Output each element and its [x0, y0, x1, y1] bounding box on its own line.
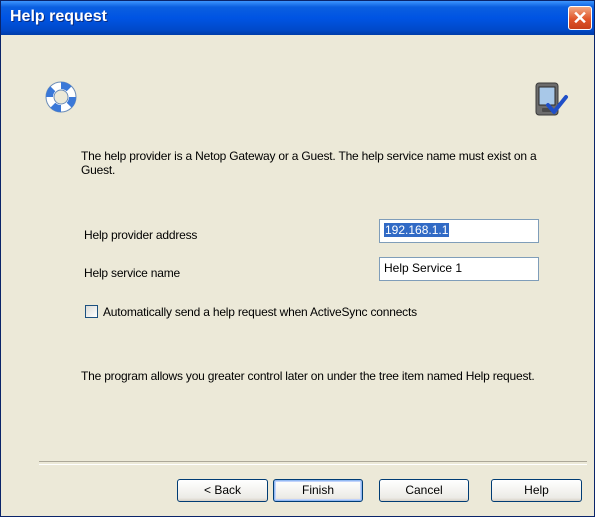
- cancel-button[interactable]: Cancel: [379, 479, 469, 502]
- separator: [39, 461, 587, 465]
- help-button[interactable]: Help: [491, 479, 582, 502]
- back-button[interactable]: < Back: [177, 479, 268, 502]
- address-value: 192.168.1.1: [384, 223, 450, 237]
- address-input[interactable]: 192.168.1.1: [379, 219, 539, 243]
- intro-text: The help provider is a Netop Gateway or …: [81, 149, 537, 177]
- window-title: Help request: [10, 8, 107, 25]
- lifebuoy-icon: [45, 81, 77, 113]
- finish-button[interactable]: Finish: [273, 479, 363, 502]
- address-label: Help provider address: [84, 228, 198, 242]
- title-bar[interactable]: Help request ✕: [1, 1, 594, 35]
- service-label: Help service name: [84, 266, 180, 280]
- service-input[interactable]: Help Service 1: [379, 257, 539, 281]
- device-check-icon: [535, 82, 568, 116]
- auto-send-label[interactable]: Automatically send a help request when A…: [103, 305, 417, 319]
- close-button[interactable]: ✕: [568, 6, 592, 30]
- help-request-dialog: Help request ✕ The help provider is a Ne…: [0, 0, 595, 517]
- auto-send-checkbox[interactable]: [85, 305, 98, 318]
- outro-text: The program allows you greater control l…: [81, 369, 535, 383]
